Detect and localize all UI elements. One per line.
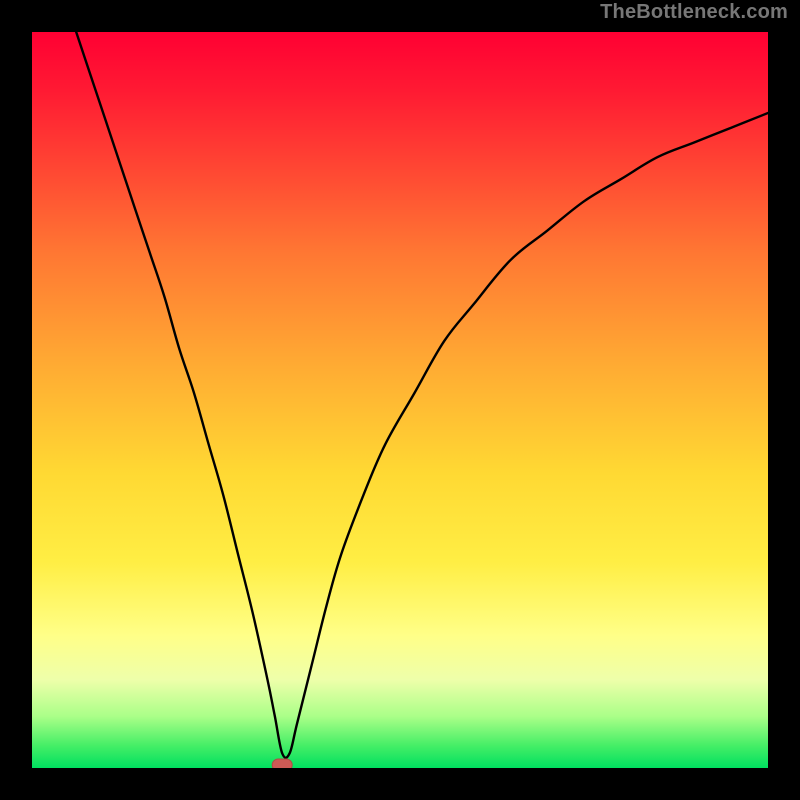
- bottleneck-curve-svg: [32, 32, 768, 768]
- bottleneck-curve-path: [76, 32, 768, 758]
- plot-area: [32, 32, 768, 768]
- outer-frame: TheBottleneck.com: [0, 0, 800, 800]
- minimum-marker: [272, 759, 292, 768]
- watermark-text: TheBottleneck.com: [600, 1, 788, 24]
